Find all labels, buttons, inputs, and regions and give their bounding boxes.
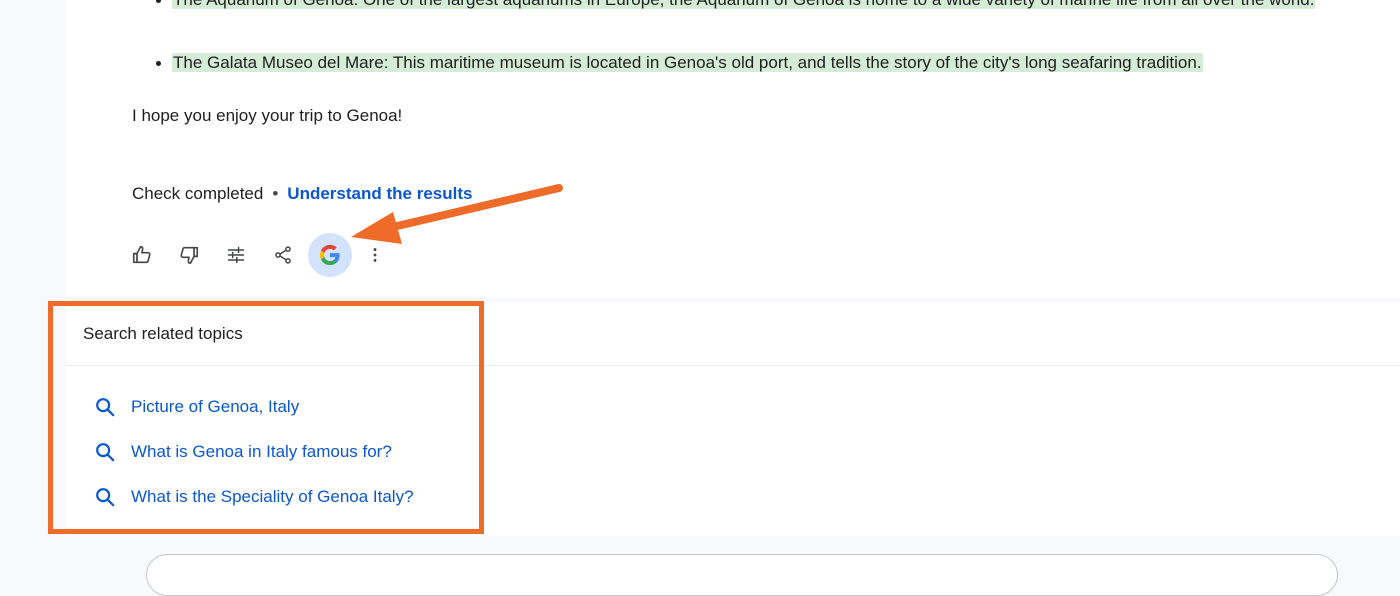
more-vert-icon: [373, 248, 377, 262]
thumbs-down-icon: [180, 246, 199, 265]
search-icon: [94, 486, 116, 508]
related-topics-list: Picture of Genoa, Italy What is Genoa in…: [66, 390, 414, 525]
related-topic-item[interactable]: Picture of Genoa, Italy: [66, 384, 414, 429]
related-topics-section: Search related topics Picture of Genoa, …: [66, 302, 1400, 536]
related-topic-label: What is Genoa in Italy famous for?: [131, 441, 392, 461]
search-icon: [94, 441, 116, 463]
more-options-button[interactable]: [355, 233, 395, 277]
bullet-dot: [156, 61, 161, 66]
closing-text: I hope you enjoy your trip to Genoa!: [132, 106, 403, 125]
list-item: The Galata Museo del Mare: This maritime…: [132, 49, 1352, 77]
bullet-dot: [156, 0, 161, 3]
thumbs-up-icon: [132, 245, 151, 264]
prompt-input-box[interactable]: [146, 554, 1338, 596]
search-icon: [94, 396, 116, 418]
related-topic-item[interactable]: What is the Speciality of Genoa Italy?: [66, 474, 414, 519]
highlighted-text: The Galata Museo del Mare: This maritime…: [172, 53, 1203, 72]
share-icon: [275, 246, 291, 264]
understand-results-link[interactable]: Understand the results: [287, 184, 472, 203]
related-topic-label: What is the Speciality of Genoa Italy?: [131, 486, 414, 506]
google-g-icon: [320, 244, 340, 266]
separator-dot: •: [272, 184, 279, 203]
highlighted-text: The Aquarium of Genoa: One of the larges…: [172, 0, 1316, 9]
thumbs-up-button[interactable]: [120, 233, 164, 277]
related-topics-header: Search related topics: [66, 302, 1400, 366]
related-topics-title: Search related topics: [83, 324, 243, 343]
related-topic-label: Picture of Genoa, Italy: [131, 396, 300, 416]
double-check-google-button[interactable]: [308, 233, 352, 277]
related-topic-item[interactable]: What is Genoa in Italy famous for?: [66, 429, 414, 474]
double-check-status: Check completed • Understand the results: [132, 182, 472, 206]
list-item: The Aquarium of Genoa: One of the larges…: [132, 0, 1352, 14]
check-status-text: Check completed: [132, 184, 264, 203]
tune-icon: [227, 246, 245, 264]
modify-response-button[interactable]: [214, 233, 258, 277]
thumbs-down-button[interactable]: [167, 233, 211, 277]
share-button[interactable]: [261, 233, 305, 277]
response-actions-toolbar: [120, 233, 398, 277]
